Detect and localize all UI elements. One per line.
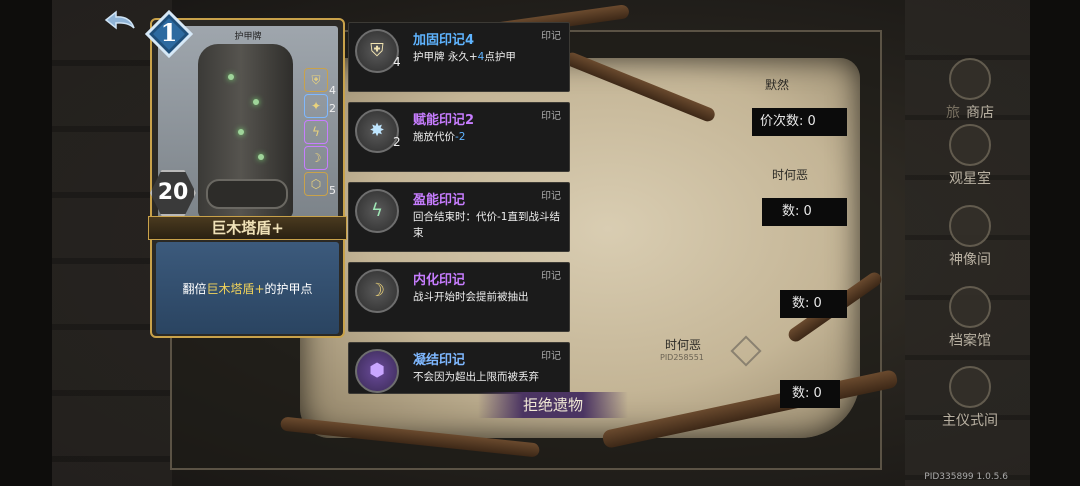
mark-icon-count: 2 <box>393 135 401 149</box>
log-rings <box>206 179 288 209</box>
mark-tag: 印记 <box>541 351 561 362</box>
mark-description: 战斗开始时会提前被抽出 <box>413 291 529 303</box>
mark-description: 施放代价-2 <box>413 129 563 145</box>
fortify-mark-icon: ⛨ <box>304 68 328 92</box>
desc-text: 的护甲点 <box>264 281 313 296</box>
mark-tag: 印记 <box>541 191 561 202</box>
back-arrow-icon <box>104 10 135 30</box>
mark-panel-surge[interactable]: ϟ 盈能印记 印记 回合结束时：代价-1直到战斗结束 <box>348 182 570 252</box>
internalize-mark-icon: ☽ <box>304 146 328 170</box>
statue-emblem-icon <box>949 205 991 247</box>
mark-description: 回合结束时：代价-1直到战斗结束 <box>413 211 560 239</box>
mark-name: 赋能印记2 <box>413 113 475 128</box>
mark-count: 4 <box>329 84 336 97</box>
mark-tag: 印记 <box>541 111 561 122</box>
observatory-emblem-icon <box>949 124 991 166</box>
desc-text: 翻倍 <box>182 281 207 296</box>
sidebar-item-observatory[interactable]: 观星室 <box>930 124 1010 188</box>
empower-mark-icon: ✦ <box>304 94 328 118</box>
ritual-emblem-icon <box>949 366 991 408</box>
desc-highlight: 巨木塔盾+ <box>206 281 265 296</box>
archive-emblem-icon <box>949 286 991 328</box>
shop-emblem-icon <box>949 58 991 100</box>
sidebar-item-shop[interactable]: 旅商店 <box>930 58 1010 122</box>
back-button[interactable] <box>102 8 138 36</box>
refuse-relic-button[interactable]: 拒绝遗物 <box>478 392 628 418</box>
stamp-pid: PID258551 <box>660 353 704 362</box>
mark-panel-condense[interactable]: ⬢ 凝结印记 印记 不会因为超出上限而被丢弃 <box>348 342 570 394</box>
level-number: 1 <box>160 18 178 47</box>
surge-mark-icon: ϟ <box>355 189 399 233</box>
mark-name: 凝结印记 <box>413 353 466 368</box>
internalize-mark-icon: ☽ <box>355 269 399 313</box>
mark-tag: 印记 <box>541 271 561 282</box>
tree-shield-art <box>198 44 293 219</box>
mark-icon-count: 4 <box>393 55 401 69</box>
mark-panel-internalize[interactable]: ☽ 内化印记 印记 战斗开始时会提前被抽出 <box>348 262 570 332</box>
sidebar-item-label: 档案馆 <box>949 333 991 349</box>
glow-vein <box>228 74 234 80</box>
version-label: PID335899 1.0.5.6 <box>924 472 1008 482</box>
glow-vein <box>258 154 264 160</box>
sidebar-item-label: 观星室 <box>949 171 991 187</box>
sidebar-item-label: 主仪式间 <box>942 413 998 429</box>
desc-text: 施放代价 <box>413 131 455 143</box>
sidebar-item-ritual-hall[interactable]: 主仪式间 <box>930 366 1010 430</box>
record-name: 默然 <box>765 78 790 92</box>
mark-panel-empower[interactable]: ✸ 2 赋能印记2 印记 施放代价-2 <box>348 102 570 172</box>
stamp-name: 时何恶 <box>665 338 702 352</box>
card-description: 翻倍巨木塔盾+的护甲点 <box>156 242 339 334</box>
surge-mark-icon: ϟ <box>304 120 328 144</box>
card-title: 巨木塔盾+ <box>148 216 347 240</box>
sidebar-item-statue-hall[interactable]: 神像间 <box>930 205 1010 269</box>
glow-vein <box>238 129 244 135</box>
condense-mark-icon: ⬡ <box>304 172 328 196</box>
desc-text: 护甲牌 永久+ <box>413 51 478 63</box>
mark-description: 护甲牌 永久+4点护甲 <box>413 49 563 65</box>
mark-name: 内化印记 <box>413 273 466 288</box>
sidebar-item-label: 商店 <box>966 105 994 121</box>
card-detail: 护甲牌 ⛨ ✦ ϟ ☽ ⬡ 4 2 5 20 巨木塔盾+ 翻倍巨木塔盾+的护甲点 <box>148 18 347 338</box>
mark-panel-fortify[interactable]: ⛨ 4 加固印记4 印记 护甲牌 永久+4点护甲 <box>348 22 570 92</box>
desc-text: 点护甲 <box>484 51 516 63</box>
mark-name: 盈能印记 <box>413 193 466 208</box>
record-row: 数: 0 <box>762 198 847 226</box>
record-row: 数: 0 <box>780 380 840 408</box>
mark-description: 不会因为超出上限而被丢弃 <box>413 371 539 383</box>
mark-count: 2 <box>329 102 336 115</box>
record-name: 时何恶 <box>772 168 809 182</box>
sidebar-prefix: 旅 <box>946 105 960 121</box>
mark-name: 加固印记4 <box>413 33 475 48</box>
mark-count: 5 <box>329 184 336 197</box>
glow-vein <box>253 99 259 105</box>
condense-mark-icon: ⬢ <box>355 349 399 393</box>
desc-number: -2 <box>455 131 466 143</box>
record-row: 价次数: 0 <box>752 108 847 136</box>
sidebar-item-label: 神像间 <box>949 252 991 268</box>
sidebar-item-archive[interactable]: 档案馆 <box>930 286 1010 350</box>
mark-tag: 印记 <box>541 31 561 42</box>
card-level-badge: 1 <box>144 9 194 59</box>
record-row: 数: 0 <box>780 290 847 318</box>
